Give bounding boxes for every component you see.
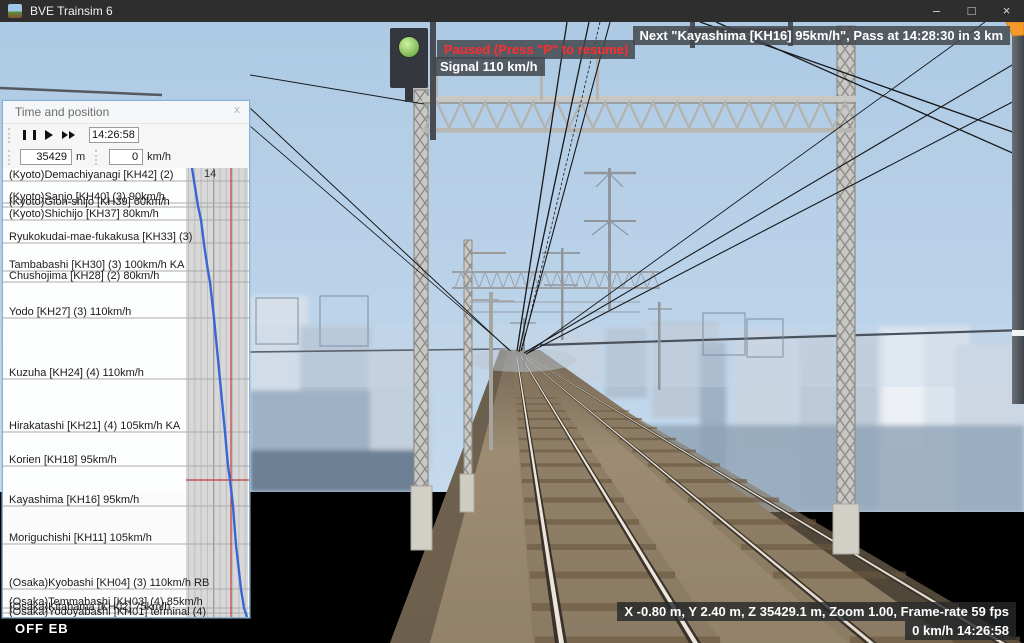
station-row: (Kyoto)Gion-shijo [KH39] 60km/h: [9, 196, 170, 208]
station-row: Ryukokudai-mae-fukakusa [KH33] (3): [9, 231, 193, 243]
app-icon: [8, 4, 22, 18]
distance-field[interactable]: 35429: [20, 149, 72, 165]
pause-button[interactable]: [19, 126, 39, 144]
station-row: (Osaka)Kyobashi [KH04] (3) 110km/h RB: [9, 577, 210, 589]
station-row: (Osaka)Yodoyabashi [KH01] terminal (4): [9, 606, 207, 617]
pause-icon: [22, 130, 36, 140]
playback-toolbar: 14:26:58: [3, 124, 249, 146]
distance-unit-label: m: [76, 151, 86, 163]
station-row: Chushojima [KH28] (2) 80km/h: [9, 270, 160, 282]
camera-coordinates: X -0.80 m, Y 2.40 m, Z 35429.1 m, Zoom 1…: [617, 602, 1016, 621]
station-row: Moriguchishi [KH11] 105km/h: [9, 532, 152, 544]
panel-titlebar[interactable]: Time and position x: [3, 101, 249, 124]
station-row: Hirakatashi [KH21] (4) 105km/h KA: [9, 420, 181, 432]
panel-close-icon[interactable]: x: [228, 104, 246, 120]
fast-forward-button[interactable]: [59, 126, 79, 144]
graph-hour-label: 14: [204, 168, 217, 180]
next-station-info: Next "Kayashima [KH16] 95km/h", Pass at …: [632, 26, 1010, 45]
toolbar-grip[interactable]: [8, 149, 13, 165]
toolbar-grip[interactable]: [8, 127, 13, 143]
window-title: BVE Trainsim 6: [30, 4, 113, 18]
play-button[interactable]: [39, 126, 59, 144]
station-row: (Kyoto)Shichijo [KH37] 80km/h: [9, 208, 159, 220]
station-row: (Kyoto)Demachiyanagi [KH42] (2): [9, 169, 174, 181]
play-icon: [45, 130, 53, 140]
panel-title: Time and position: [15, 105, 110, 119]
station-row: Kuzuha [KH24] (4) 110km/h: [9, 367, 144, 379]
signal-status: Signal 110 km/h: [433, 57, 545, 76]
speed-field[interactable]: 0: [109, 149, 144, 165]
handle-status: OFF EB: [15, 621, 69, 636]
toolbar-grip[interactable]: [95, 149, 100, 165]
time-position-panel[interactable]: Time and position x 14:26:58 35429 m 0 k…: [2, 100, 250, 618]
speed-and-time: 0 km/h 14:26:58: [905, 621, 1016, 640]
bve-window: BVE Trainsim 6 – □ × Paused (Press "P" t…: [0, 0, 1024, 643]
position-toolbar: 35429 m 0 km/h: [3, 146, 249, 168]
window-titlebar: BVE Trainsim 6 – □ ×: [0, 0, 1024, 22]
station-diagram[interactable]: 14 (Kyoto)Demachiyanagi [KH42] (2) (Kyot…: [3, 168, 249, 617]
minimize-button[interactable]: –: [919, 0, 954, 22]
fast-forward-icon: [62, 131, 76, 139]
time-field[interactable]: 14:26:58: [89, 127, 139, 143]
station-row: Kayashima [KH16] 95km/h: [9, 494, 140, 506]
station-row: Korien [KH18] 95km/h: [9, 454, 117, 466]
close-button[interactable]: ×: [989, 0, 1024, 22]
speed-unit-label: km/h: [147, 151, 172, 163]
maximize-button[interactable]: □: [954, 0, 989, 22]
signal-green-light: [398, 36, 420, 58]
station-row: Yodo [KH27] (3) 110km/h: [9, 306, 132, 318]
